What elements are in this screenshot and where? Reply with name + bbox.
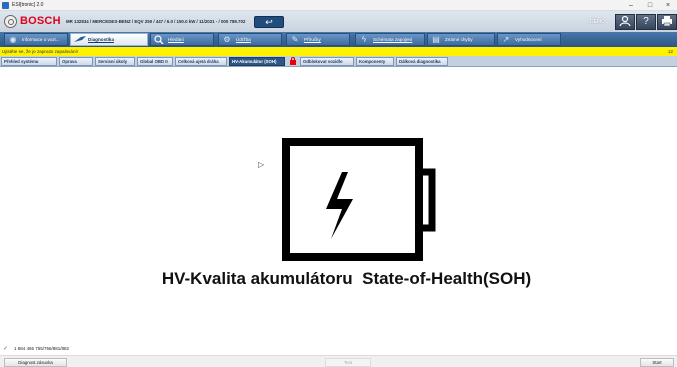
- tab-vehicle-info[interactable]: ◉ Informace o vozi...: [4, 33, 68, 46]
- app-icon: [2, 1, 9, 9]
- tab-label: Hledání: [168, 37, 184, 42]
- tab-label: Příručky: [304, 37, 321, 42]
- main-tab-bar: ◉ Informace o vozi... Diagnostika Hledán…: [0, 32, 677, 47]
- footer-bar: Diagnost.zásuvka Test Start: [0, 355, 677, 367]
- vehicle-info: MR 132834 / MERCEDES-BENZ / EQV 250 / 44…: [66, 19, 246, 24]
- subtab-repair[interactable]: Oprava: [59, 57, 93, 66]
- window-title: ESI[tronic] 2.0: [12, 2, 44, 8]
- info-bar: Ujistěte se, že je zapnuto zapalování! 1…: [0, 47, 677, 56]
- user-icon[interactable]: [615, 14, 635, 30]
- diagnostics-icon: [73, 35, 86, 44]
- known-errors-icon: ▤: [432, 35, 440, 44]
- check-icon: ✓: [3, 346, 9, 352]
- start-button[interactable]: Start: [640, 358, 674, 367]
- tab-label: Informace o vozi...: [22, 37, 60, 42]
- version-info: 1 684 465 755/756/881/882: [14, 346, 70, 351]
- tab-evaluation[interactable]: ↗ Vyhodnocení: [497, 33, 561, 46]
- tab-label: Vyhodnocení: [515, 37, 542, 42]
- tab-manuals[interactable]: ✎ Příručky: [286, 33, 350, 46]
- tab-wiring-diagrams[interactable]: ϟ Schémata zapojení: [355, 33, 425, 46]
- subtab-total-mileage[interactable]: Celková ujetá dráha: [175, 57, 227, 66]
- evaluation-icon: ↗: [502, 35, 510, 44]
- hv-battery-icon: [282, 138, 436, 261]
- maintenance-icon: ⚙: [223, 35, 231, 44]
- subtab-service-tasks[interactable]: Servisní úkoly: [95, 57, 135, 66]
- wiring-icon: ϟ: [361, 35, 367, 44]
- minimize-button[interactable]: –: [622, 0, 640, 11]
- diagnostic-socket-button[interactable]: Diagnost.zásuvka: [4, 358, 67, 367]
- tab-maintenance[interactable]: ⚙ Údržba: [218, 33, 282, 46]
- subtab-remote-diagnostics[interactable]: Dálková diagnostika: [396, 57, 448, 66]
- help-icon[interactable]: ?: [636, 14, 656, 30]
- subtab-global-obd[interactable]: Global OBD II: [137, 57, 173, 66]
- mouse-cursor-icon: ▷: [258, 160, 265, 169]
- lock-icon: [290, 57, 296, 65]
- tab-label: Údržba: [236, 37, 251, 42]
- sub-tab-bar: Přehled systému Oprava Servisní úkoly Gl…: [0, 56, 677, 67]
- tab-label: Známé chyby: [445, 37, 473, 42]
- mode-label: DEMO: [590, 19, 605, 25]
- ignition-warning: Ujistěte se, že je zapnuto zapalování!: [2, 48, 79, 54]
- tab-diagnostics[interactable]: Diagnostika: [70, 33, 148, 46]
- maximize-button[interactable]: □: [641, 0, 659, 11]
- soh-caption: HV-Kvalita akumulátoru State-of-Health(S…: [161, 269, 532, 288]
- info-counter: 12: [667, 48, 673, 54]
- search-icon: [153, 35, 165, 45]
- bosch-logo-icon: [4, 15, 17, 28]
- tab-label: Diagnostika: [88, 37, 115, 42]
- app-header: BOSCH MR 132834 / MERCEDES-BENZ / EQV 25…: [0, 11, 677, 32]
- subtab-components[interactable]: Komponenty: [356, 57, 394, 66]
- content-area: ▷ HV-Kvalita akumulátoru State-of-Health…: [0, 67, 677, 345]
- back-button[interactable]: ↩: [254, 16, 284, 28]
- close-button[interactable]: ×: [659, 0, 677, 11]
- tab-known-errors[interactable]: ▤ Známé chyby: [427, 33, 495, 46]
- app-window: ESI[tronic] 2.0 – □ × BOSCH MR 132834 / …: [0, 0, 677, 367]
- test-button[interactable]: Test: [325, 358, 371, 367]
- tab-search[interactable]: Hledání: [150, 33, 214, 46]
- wrench-icon: ✎: [291, 35, 299, 44]
- brand-name: BOSCH: [20, 15, 61, 27]
- subtab-unlock-vehicle[interactable]: Odblokovat vozidlo: [300, 57, 354, 66]
- window-titlebar: ESI[tronic] 2.0 – □ ×: [0, 0, 677, 11]
- subtab-hv-battery-soh[interactable]: HV-Akumulátor (SOH): [229, 57, 285, 66]
- tab-label: Schémata zapojení: [373, 37, 413, 42]
- subtab-system-overview[interactable]: Přehled systému: [1, 57, 57, 66]
- car-info-icon: ◉: [9, 35, 17, 44]
- print-icon[interactable]: [657, 14, 677, 30]
- status-line: ✓ 1 684 465 755/756/881/882: [0, 345, 677, 353]
